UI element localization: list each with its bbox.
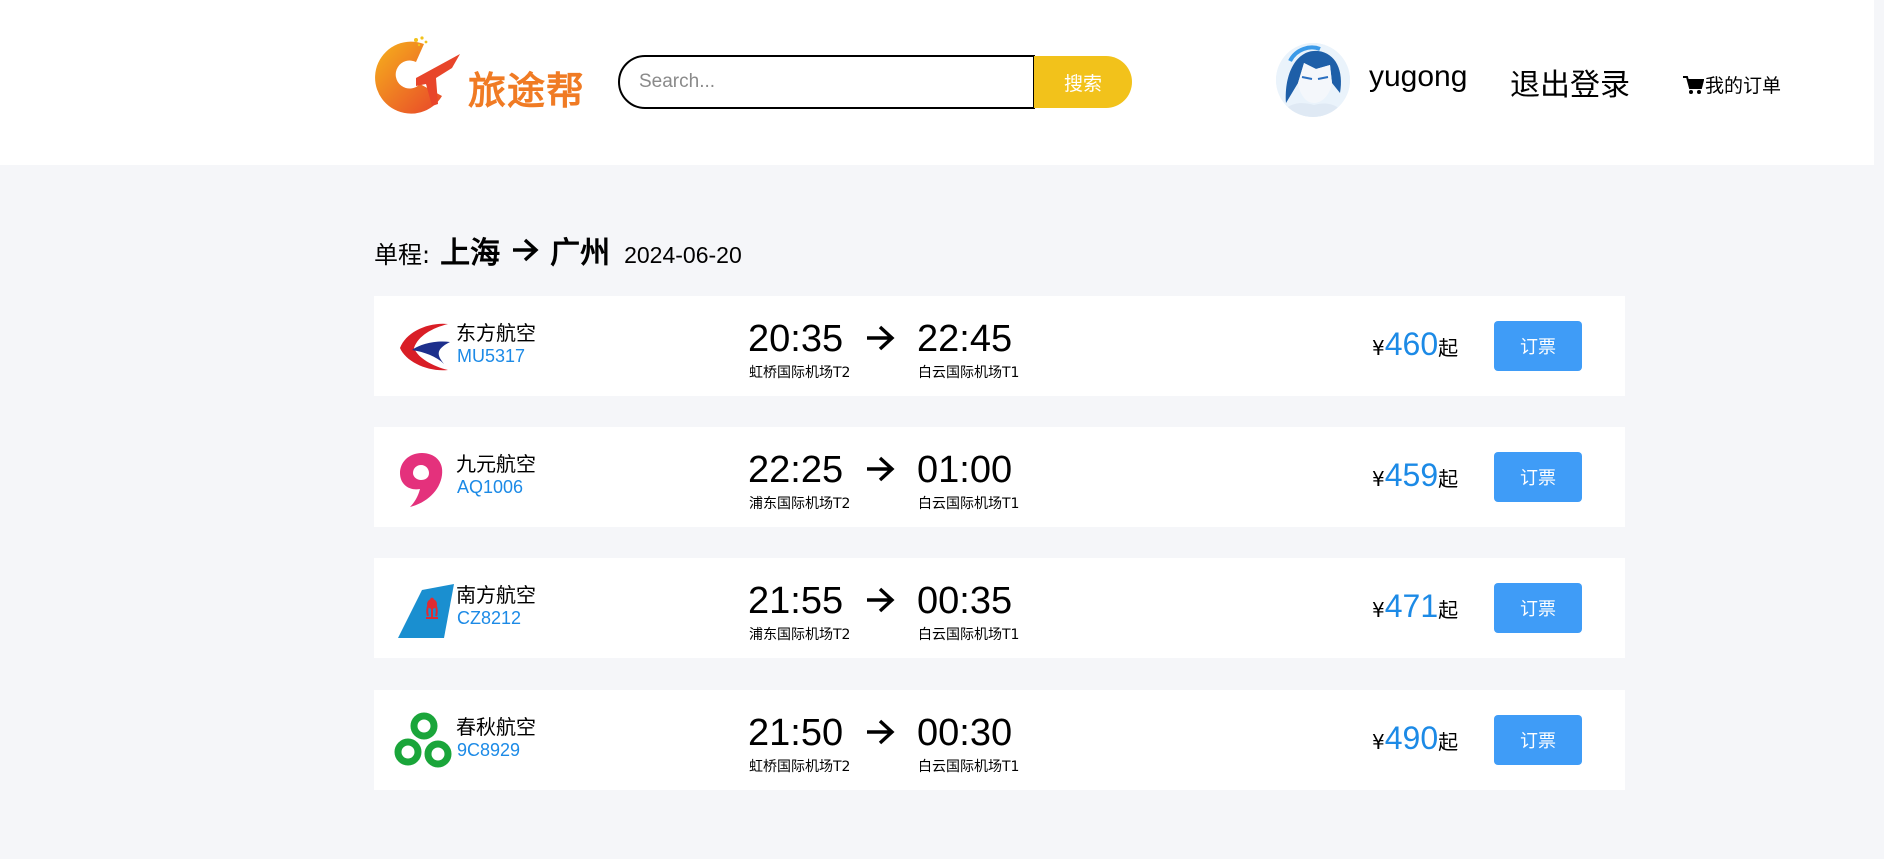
airline-name: 春秋航空 [456,715,536,739]
arrival-airport: 白云国际机场T1 [918,496,1020,512]
search-button[interactable]: 搜索 [1034,56,1132,108]
departure-airport: 浦东国际机场T2 [749,496,851,512]
currency-symbol: ¥ [1372,467,1385,491]
book-button[interactable]: 订票 [1494,583,1582,633]
departure-airport: 虹桥国际机场T2 [749,759,851,775]
arrival-airport: 白云国际机场T1 [918,759,1020,775]
departure-time: 22:25 [748,449,844,491]
departure-time: 21:55 [748,580,844,622]
my-orders-link[interactable]: 我的订单 [1682,71,1781,98]
departure-airport: 浦东国际机场T2 [749,627,851,643]
travel-date: 2024-06-20 [624,242,742,268]
trip-type: 单程 [374,241,422,269]
flight-number[interactable]: CZ8212 [457,608,521,629]
arrow-right-icon [867,719,895,745]
arrival-time: 00:35 [917,580,1013,622]
from-city: 上海 [440,236,501,271]
flight-card: 南方航空 CZ8212 21:55 浦东国际机场T2 00:35 白云国际机场T… [374,558,1625,658]
price-suffix: 起 [1438,336,1459,360]
currency-symbol: ¥ [1372,598,1385,622]
book-button[interactable]: 订票 [1494,715,1582,765]
username: yugong [1369,60,1468,93]
top-header: 旅途帮 搜索 yugong 退出登录 我的订单 [0,0,1874,165]
arrow-right-icon [867,456,895,482]
search-input[interactable] [618,55,1035,109]
logo-icon [375,36,460,114]
spring-airlines-logo [394,712,452,768]
price: ¥ 459 起 [1372,457,1458,494]
price: ¥ 490 起 [1372,720,1458,757]
price-suffix: 起 [1438,598,1459,622]
cart-icon [1683,75,1704,94]
flight-card: 九元航空 AQ1006 22:25 浦东国际机场T2 01:00 白云国际机场T… [374,427,1625,527]
airline-name: 九元航空 [456,452,536,476]
price-amount: 471 [1384,588,1439,624]
book-button[interactable]: 订票 [1494,452,1582,502]
arrival-airport: 白云国际机场T1 [918,627,1020,643]
price-amount: 459 [1384,457,1439,493]
route-summary: 单程 : 上海 广州 2024-06-20 [374,228,742,272]
flight-number[interactable]: MU5317 [457,346,525,367]
avatar-image [1276,43,1350,117]
price-amount: 460 [1384,326,1439,362]
logout-link[interactable]: 退出登录 [1510,60,1630,104]
trip-type-colon: : [422,241,431,269]
price-suffix: 起 [1438,730,1459,754]
to-city: 广州 [550,236,611,271]
china-southern-logo [398,584,454,638]
arrow-right-icon [867,325,895,351]
flight-card: 东方航空 MU5317 20:35 虹桥国际机场T2 22:45 白云国际机场T… [374,296,1625,396]
airline-name: 南方航空 [456,583,536,607]
book-button[interactable]: 订票 [1494,321,1582,371]
flight-number[interactable]: AQ1006 [457,477,523,498]
arrival-time: 00:30 [917,712,1013,754]
arrival-time: 22:45 [917,318,1013,360]
my-orders-label: 我的订单 [1705,75,1782,97]
price-suffix: 起 [1438,467,1459,491]
price-amount: 490 [1384,720,1439,756]
currency-symbol: ¥ [1372,336,1385,360]
arrow-right-icon [513,238,539,262]
departure-time: 20:35 [748,318,844,360]
site-logo[interactable]: 旅途帮 [372,34,586,126]
china-eastern-logo [400,323,450,371]
arrival-time: 01:00 [917,449,1013,491]
avatar[interactable] [1276,43,1350,117]
price: ¥ 471 起 [1372,588,1458,625]
departure-airport: 虹桥国际机场T2 [749,365,851,381]
9air-logo [400,453,443,507]
flight-number[interactable]: 9C8929 [457,740,520,761]
arrow-right-icon [867,587,895,613]
airline-name: 东方航空 [456,321,536,345]
price: ¥ 460 起 [1372,326,1458,363]
departure-time: 21:50 [748,712,844,754]
arrival-airport: 白云国际机场T1 [918,365,1020,381]
logo-text: 旅途帮 [468,69,586,113]
currency-symbol: ¥ [1372,730,1385,754]
flight-card: 春秋航空 9C8929 21:50 虹桥国际机场T2 00:30 白云国际机场T… [374,690,1625,790]
